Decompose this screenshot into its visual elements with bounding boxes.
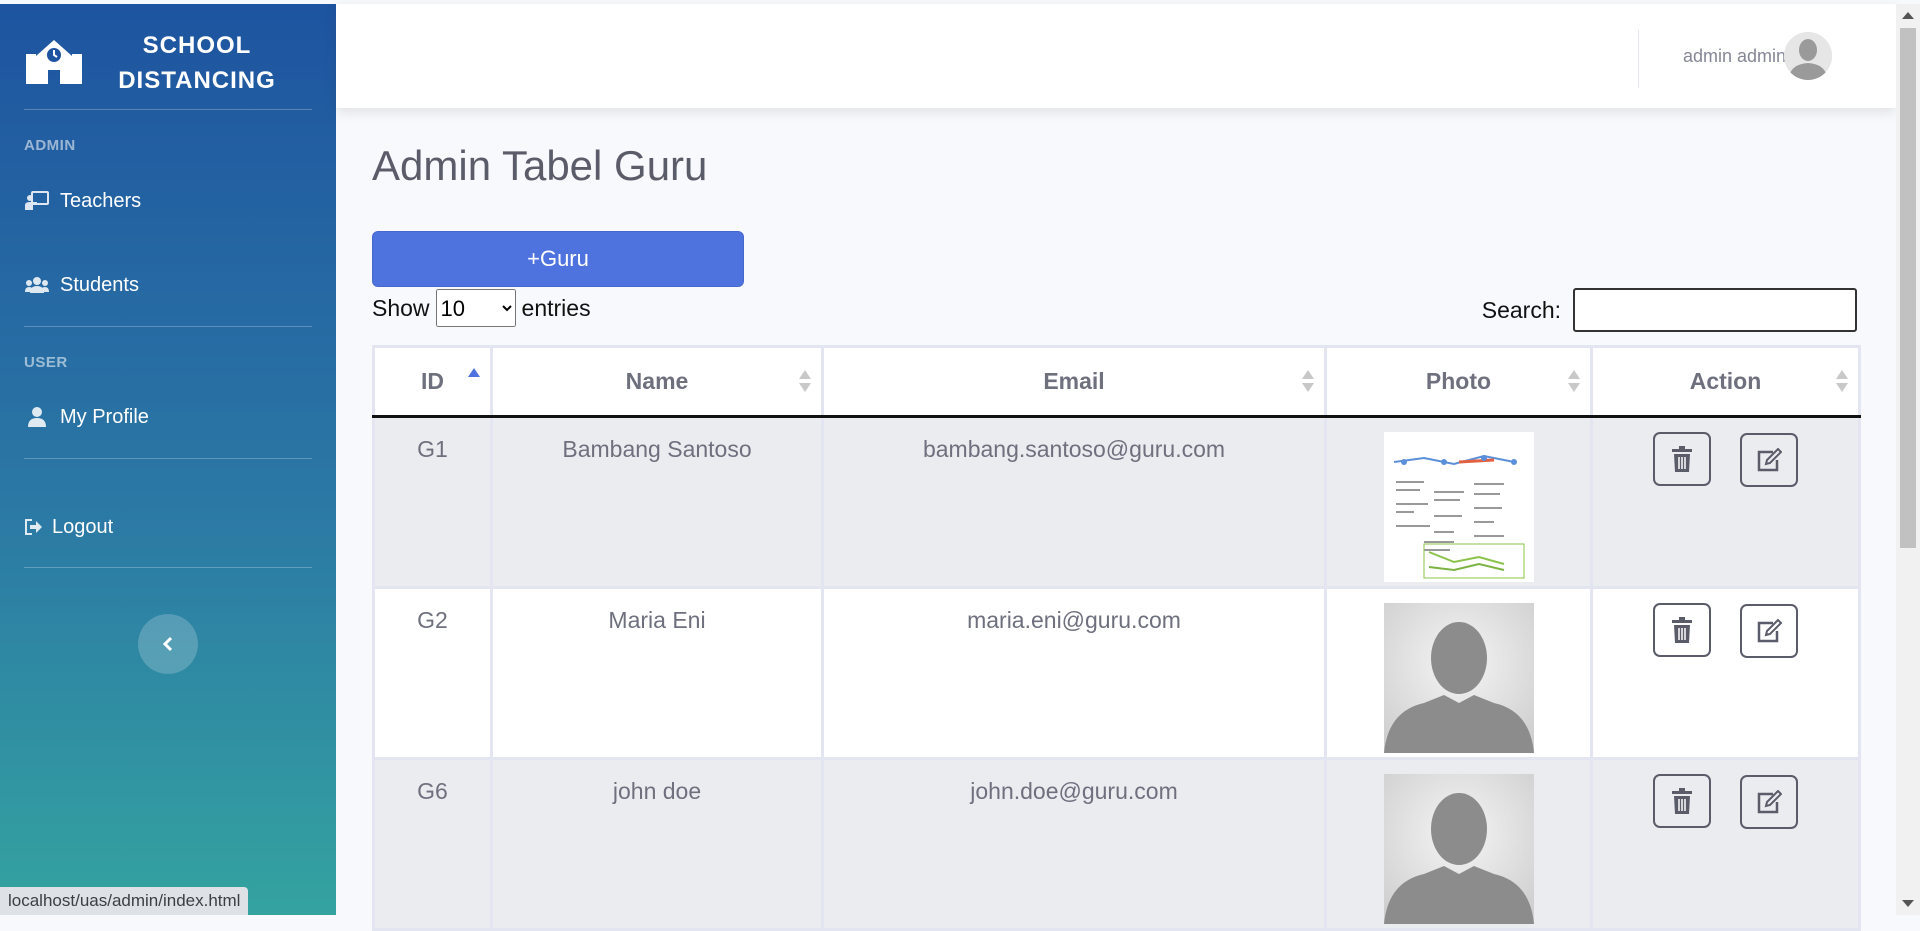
cell-photo (1324, 415, 1593, 589)
cell-action (1590, 757, 1861, 931)
sidebar-divider (24, 567, 312, 568)
default-avatar-image (1383, 603, 1534, 753)
edit-button[interactable] (1739, 775, 1798, 829)
table-row: G1 Bambang Santoso bambang.santoso@guru.… (372, 415, 1861, 589)
teachers-table: ID Name Email Photo Action G1 Bambang Sa… (372, 345, 1861, 931)
default-avatar-image (1383, 774, 1534, 924)
sidebar-divider (24, 109, 312, 110)
trash-icon (1672, 617, 1693, 643)
column-header-label: Name (625, 368, 689, 394)
sort-icon (1836, 370, 1848, 394)
section-heading-user: USER (24, 354, 68, 371)
sidebar: SCHOOL DISTANCING ADMIN Teachers Student… (0, 4, 336, 915)
trash-icon (1672, 788, 1693, 814)
column-header-id[interactable]: ID (372, 345, 493, 418)
column-header-label: ID (421, 368, 444, 394)
entries-length-control: Show 10 25 50 100 entries (372, 289, 591, 327)
cell-name: Bambang Santoso (490, 415, 824, 589)
column-header-label: Photo (1425, 368, 1492, 394)
column-header-photo[interactable]: Photo (1324, 345, 1593, 418)
column-header-name[interactable]: Name (490, 345, 824, 418)
cell-id: G2 (372, 586, 493, 760)
sort-ascending-icon (468, 368, 480, 392)
brand-line-1: SCHOOL (142, 32, 252, 59)
sidebar-item-label: Students (60, 273, 139, 296)
add-guru-button[interactable]: +Guru (372, 231, 744, 287)
document-thumbnail-image (1383, 432, 1534, 582)
topbar-divider (1638, 30, 1639, 88)
scroll-down-arrow-icon[interactable] (1902, 900, 1914, 907)
scrollbar-thumb[interactable] (1900, 28, 1916, 548)
school-logo-icon (26, 40, 82, 84)
user-avatar[interactable] (1784, 32, 1832, 80)
show-label: Show (372, 294, 430, 321)
chevron-left-icon (162, 636, 173, 652)
column-header-action[interactable]: Action (1590, 345, 1861, 418)
cell-name: john doe (490, 757, 824, 931)
sidebar-item-students[interactable]: Students (24, 270, 139, 300)
column-header-email[interactable]: Email (821, 345, 1327, 418)
sort-icon (799, 370, 811, 394)
brand-name: SCHOOL DISTANCING (112, 28, 282, 98)
user-icon (24, 406, 50, 428)
cell-name: Maria Eni (490, 586, 824, 760)
table-header-row: ID Name Email Photo Action (372, 345, 1861, 418)
topbar: admin admin (336, 4, 1896, 108)
column-header-label: Action (1689, 368, 1762, 394)
chalkboard-teacher-icon (24, 190, 50, 212)
edit-icon (1757, 619, 1782, 643)
entries-label: entries (521, 294, 591, 321)
sidebar-divider (24, 326, 312, 327)
page-title: Admin Tabel Guru (372, 142, 708, 189)
page-scrollbar[interactable] (1896, 4, 1920, 915)
brand[interactable]: SCHOOL DISTANCING (0, 22, 336, 94)
sort-icon (1568, 370, 1580, 394)
sidebar-toggle-button[interactable] (138, 614, 198, 674)
sidebar-item-label: Teachers (60, 189, 142, 212)
cell-action (1590, 586, 1861, 760)
brand-line-2: DISTANCING (118, 67, 276, 94)
sidebar-item-my-profile[interactable]: My Profile (24, 402, 149, 432)
cell-photo (1324, 586, 1593, 760)
delete-button[interactable] (1653, 603, 1712, 657)
cell-id: G1 (372, 415, 493, 589)
sort-icon (1302, 370, 1314, 394)
table-row: G6 john doe john.doe@guru.com (372, 757, 1861, 931)
cell-email: maria.eni@guru.com (821, 586, 1327, 760)
section-heading-admin: ADMIN (24, 137, 76, 154)
edit-button[interactable] (1739, 604, 1798, 658)
cell-email: john.doe@guru.com (821, 757, 1327, 931)
users-icon (24, 274, 50, 296)
cell-photo (1324, 757, 1593, 931)
table-search: Search: (1482, 288, 1857, 332)
scroll-up-arrow-icon[interactable] (1902, 12, 1914, 19)
browser-status-url: localhost/uas/admin/index.html (0, 887, 249, 915)
sidebar-item-label: Logout (52, 515, 114, 538)
edit-icon (1757, 790, 1782, 814)
column-header-label: Email (1043, 368, 1105, 394)
page-length-select[interactable]: 10 25 50 100 (435, 289, 516, 327)
sign-out-icon (24, 516, 44, 538)
user-name[interactable]: admin admin (1683, 46, 1786, 67)
table-row: G2 Maria Eni maria.eni@guru.com (372, 586, 1861, 760)
sidebar-item-teachers[interactable]: Teachers (24, 186, 141, 216)
sidebar-item-logout[interactable]: Logout (24, 512, 113, 542)
cell-id: G6 (372, 757, 493, 931)
trash-icon (1672, 446, 1693, 472)
cell-email: bambang.santoso@guru.com (821, 415, 1327, 589)
cell-action (1590, 415, 1861, 589)
edit-icon (1757, 448, 1782, 472)
search-label: Search: (1481, 296, 1561, 323)
avatar-icon (1784, 32, 1832, 80)
sidebar-divider (24, 458, 312, 459)
delete-button[interactable] (1653, 774, 1712, 828)
edit-button[interactable] (1739, 433, 1798, 487)
search-input[interactable] (1573, 288, 1857, 332)
sidebar-item-label: My Profile (60, 405, 149, 428)
delete-button[interactable] (1653, 432, 1712, 486)
